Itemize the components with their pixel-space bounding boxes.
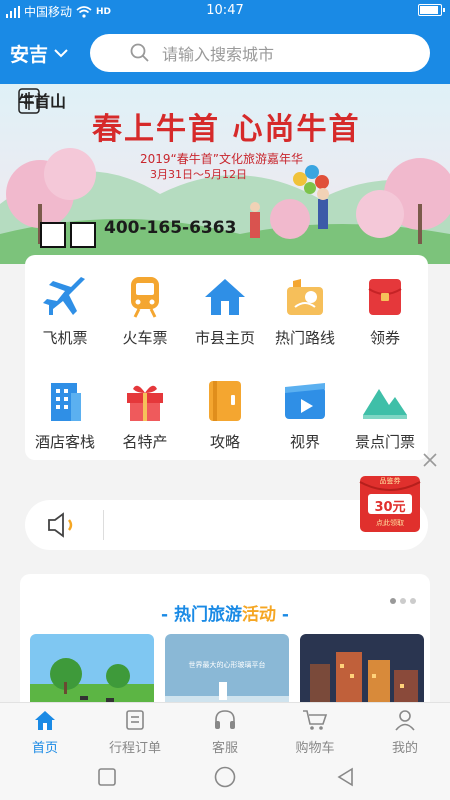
service-vision[interactable]: 视界 bbox=[265, 377, 345, 452]
recent-apps-icon[interactable] bbox=[98, 768, 116, 786]
tab-label: 购物车 bbox=[295, 741, 335, 756]
service-label: 酒店客栈 bbox=[34, 433, 95, 451]
bottom-tab-bar: 首页 行程订单 客服 购物车 我的 bbox=[0, 702, 450, 758]
home-button-icon[interactable] bbox=[214, 766, 236, 788]
tab-orders[interactable]: 行程订单 bbox=[90, 709, 180, 756]
qr-code bbox=[40, 222, 66, 248]
back-icon[interactable] bbox=[336, 767, 356, 787]
carousel-dots bbox=[390, 598, 416, 604]
tab-label: 客服 bbox=[211, 741, 238, 756]
service-guide[interactable]: 攻略 bbox=[185, 377, 265, 452]
service-label: 视界 bbox=[289, 433, 320, 451]
system-nav-bar bbox=[0, 758, 450, 800]
tab-profile[interactable]: 我的 bbox=[360, 709, 450, 756]
promo-banner[interactable]: 牛首山 春上牛首 心尚牛首 2019“春牛首”文化旅游嘉年华 3月31日～5月1… bbox=[0, 84, 450, 264]
seal-icon bbox=[18, 88, 40, 114]
train-icon bbox=[131, 277, 159, 318]
hot-activities-section: - 热门旅游活动 - 世界最大的心形玻璃平台 bbox=[20, 574, 430, 714]
service-hotel[interactable]: 酒店客栈 bbox=[25, 377, 105, 452]
search-placeholder: 请输入搜索城市 bbox=[162, 45, 275, 64]
tab-label: 首页 bbox=[31, 741, 58, 756]
battery-icon bbox=[418, 4, 445, 16]
video-icon bbox=[285, 383, 325, 419]
service-label: 名特产 bbox=[122, 433, 168, 451]
home-tab-icon bbox=[35, 711, 55, 730]
coupon-amount: 30元 bbox=[374, 500, 406, 515]
tab-home[interactable]: 首页 bbox=[0, 709, 90, 756]
service-train[interactable]: 火车票 bbox=[105, 273, 185, 348]
airplane-icon bbox=[43, 277, 85, 315]
speaker-icon bbox=[48, 512, 73, 538]
activity-caption: 世界最大的心形玻璃平台 bbox=[188, 661, 266, 669]
service-flight[interactable]: 飞机票 bbox=[25, 273, 105, 348]
service-coupons[interactable]: 领券 bbox=[345, 273, 425, 348]
service-label: 市县主页 bbox=[194, 329, 255, 347]
section-title-tail: - bbox=[276, 605, 289, 625]
services-grid: 飞机票 火车票 市县主页 热门路线 领券 酒店客栈 名特产 攻略 视界 景点门票 bbox=[25, 255, 428, 460]
coupon-top-text: 品鉴券 bbox=[379, 477, 401, 485]
service-label: 景点门票 bbox=[354, 433, 415, 451]
cart-icon bbox=[303, 710, 328, 730]
clock: 10:47 bbox=[206, 3, 244, 18]
tab-label: 行程订单 bbox=[108, 741, 161, 756]
hotel-icon bbox=[51, 383, 81, 421]
service-label: 飞机票 bbox=[42, 329, 88, 347]
service-city-home[interactable]: 市县主页 bbox=[185, 273, 265, 348]
service-label: 火车票 bbox=[122, 329, 168, 347]
service-label: 热门路线 bbox=[274, 329, 335, 347]
banner-subtitle: 2019“春牛首”文化旅游嘉年华 bbox=[140, 152, 303, 166]
service-specialty[interactable]: 名特产 bbox=[105, 377, 185, 452]
app-header: 安吉 请输入搜索城市 bbox=[0, 22, 450, 84]
city-selector[interactable]: 安吉 bbox=[10, 40, 68, 67]
section-title-main: - 热门旅游 bbox=[161, 605, 242, 625]
chevron-down-icon bbox=[54, 49, 68, 58]
floating-coupon[interactable]: 品鉴券 30元 点此领取 bbox=[358, 468, 422, 534]
status-bar: 中国移动 HD 10:47 bbox=[0, 0, 450, 22]
banner-phone: 400-165-6363 bbox=[104, 218, 237, 238]
map-icon bbox=[287, 279, 323, 315]
service-label: 领券 bbox=[369, 329, 400, 347]
service-hot-routes[interactable]: 热门路线 bbox=[265, 273, 345, 348]
headset-icon bbox=[215, 710, 235, 729]
qr-code bbox=[70, 222, 96, 248]
section-title: - 热门旅游活动 - bbox=[20, 600, 430, 625]
tab-service[interactable]: 客服 bbox=[180, 709, 270, 756]
section-title-highlight: 活动 bbox=[242, 605, 276, 625]
gift-icon bbox=[127, 385, 163, 421]
service-label: 攻略 bbox=[209, 433, 240, 451]
order-icon bbox=[126, 710, 144, 730]
banner-headline: 春上牛首 心尚牛首 bbox=[92, 112, 361, 147]
brand-logo: 牛首山 bbox=[18, 88, 66, 114]
user-icon bbox=[395, 710, 415, 731]
home-icon bbox=[205, 279, 245, 315]
search-input[interactable]: 请输入搜索城市 bbox=[90, 34, 430, 72]
guide-book-icon bbox=[209, 381, 241, 421]
red-envelope-icon bbox=[368, 279, 402, 315]
city-name: 安吉 bbox=[10, 44, 49, 66]
coupon-bottom-text: 点此领取 bbox=[376, 519, 404, 527]
divider bbox=[103, 510, 104, 540]
tab-cart[interactable]: 购物车 bbox=[270, 709, 360, 756]
banner-dates: 3月31日～5月12日 bbox=[150, 168, 247, 181]
close-icon[interactable] bbox=[422, 452, 438, 468]
search-icon bbox=[130, 43, 149, 62]
tab-label: 我的 bbox=[391, 741, 418, 756]
mountain-icon bbox=[363, 389, 407, 419]
service-tickets[interactable]: 景点门票 bbox=[345, 377, 425, 452]
